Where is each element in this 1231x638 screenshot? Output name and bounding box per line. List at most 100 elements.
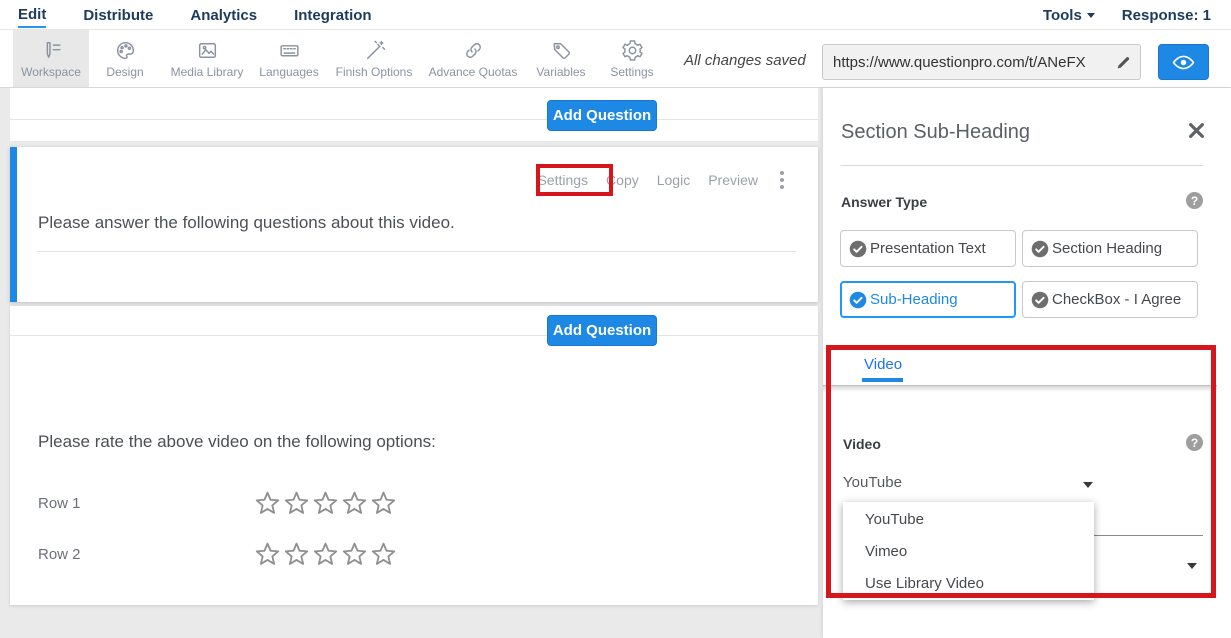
question-settings-link[interactable]: Settings [537,172,588,188]
star-icon[interactable] [340,489,369,518]
question-logic-link[interactable]: Logic [657,172,690,188]
star-rating-row-2[interactable] [253,540,398,569]
toolbar-item-design[interactable]: Design [89,30,161,87]
star-icon[interactable] [369,540,398,569]
section-divider [10,335,818,336]
dropdown-option-vimeo[interactable]: Vimeo [843,536,1094,568]
answer-type-label-text: CheckBox - I Agree [1052,291,1181,308]
check-circle-icon [1031,291,1049,309]
save-status: All changes saved [684,52,806,69]
answer-type-checkbox-i-agree[interactable]: CheckBox - I Agree [1022,281,1198,318]
keyboard-icon [277,38,302,63]
star-icon[interactable] [340,540,369,569]
answer-type-label: Answer Type [841,194,927,210]
survey-toolbar: Workspace Design Media Library Languages… [0,30,1231,88]
star-icon[interactable] [253,489,282,518]
answer-type-options: Presentation Text Section Heading Sub-He… [840,230,1204,318]
magic-wand-icon [362,38,387,63]
question-more-menu[interactable] [776,169,788,191]
tools-menu[interactable]: Tools [1043,3,1095,27]
toolbar-label: Media Library [171,65,244,79]
question-actions: Settings Copy Logic Preview [537,169,788,191]
star-icon[interactable] [282,489,311,518]
palette-icon [113,38,138,63]
active-tab-underline [862,378,903,382]
toolbar-label: Variables [536,65,585,79]
toolbar-label: Finish Options [336,65,413,79]
toolbar-item-workspace[interactable]: Workspace [13,30,89,87]
question-card-rating[interactable]: Add Question Please rate the above video… [10,306,818,605]
workspace-icon [39,38,64,63]
nav-tab-distribute[interactable]: Distribute [83,3,153,27]
toolbar-item-languages[interactable]: Languages [253,30,325,87]
nav-tab-integration[interactable]: Integration [294,3,372,27]
toolbar-label: Design [106,65,143,79]
chain-links-icon [461,38,486,63]
toolbar-item-media-library[interactable]: Media Library [161,30,253,87]
question-copy-link[interactable]: Copy [606,172,639,188]
rating-question-text[interactable]: Please rate the above video on the follo… [38,432,436,452]
tools-label: Tools [1043,7,1082,24]
video-label: Video [843,436,881,452]
close-icon[interactable] [1188,122,1205,144]
star-icon[interactable] [282,540,311,569]
answer-type-section-heading[interactable]: Section Heading [1022,230,1198,267]
toolbar-item-finish-options[interactable]: Finish Options [325,30,423,87]
star-icon[interactable] [311,540,340,569]
question-divider [37,251,796,252]
rating-row-1: Row 1 [38,487,398,519]
dropdown-option-use-library-video[interactable]: Use Library Video [843,568,1094,600]
response-count[interactable]: Response: 1 [1122,3,1211,27]
toolbar-label: Languages [259,65,318,79]
nav-tab-edit[interactable]: Edit [18,2,46,28]
question-card-subheading[interactable]: Settings Copy Logic Preview Please answe… [10,147,818,302]
top-navigation: Edit Distribute Analytics Integration To… [0,0,1231,30]
panel-divider [841,165,1203,166]
previous-question-card-fragment [10,88,818,141]
preview-survey-button[interactable] [1158,44,1209,80]
eye-icon [1172,54,1195,71]
survey-editor-canvas: Add Question Settings Copy Logic Preview… [0,88,822,638]
add-question-button-middle[interactable]: Add Question [547,315,657,346]
survey-url-input[interactable] [833,54,1115,71]
star-icon[interactable] [253,540,282,569]
answer-type-label-text: Section Heading [1052,240,1162,257]
star-rating-row-1[interactable] [253,489,398,518]
question-settings-panel: Section Sub-Heading Answer Type ? Presen… [822,88,1231,638]
survey-url-field[interactable] [822,44,1141,80]
star-icon[interactable] [311,489,340,518]
toolbar-item-settings[interactable]: Settings [599,30,665,87]
check-circle-icon [849,240,867,258]
card-divider [10,119,818,120]
video-source-dropdown: YouTube Vimeo Use Library Video [843,502,1094,600]
row-label: Row 2 [38,546,253,563]
tab-video[interactable]: Video [864,356,902,373]
dropdown-option-youtube[interactable]: YouTube [843,504,1094,536]
check-circle-icon [1031,240,1049,258]
answer-type-label-text: Presentation Text [870,240,986,257]
video-source-select[interactable]: YouTube [843,474,902,491]
question-text[interactable]: Please answer the following questions ab… [38,213,455,233]
help-icon[interactable]: ? [1186,192,1203,209]
secondary-select-chevron-icon[interactable] [1187,563,1197,569]
panel-title: Section Sub-Heading [841,121,1030,144]
toolbar-item-variables[interactable]: Variables [523,30,599,87]
star-icon[interactable] [369,489,398,518]
answer-type-presentation-text[interactable]: Presentation Text [840,230,1016,267]
video-url-field-underline[interactable] [1094,535,1203,536]
answer-type-label-text: Sub-Heading [870,291,958,308]
toolbar-label: Advance Quotas [429,65,518,79]
rating-row-2: Row 2 [38,538,398,570]
check-circle-icon [849,291,867,309]
tab-strip-shadow [823,386,1217,392]
question-preview-link[interactable]: Preview [708,172,758,188]
nav-tab-analytics[interactable]: Analytics [190,3,257,27]
tag-icon [549,38,574,63]
toolbar-item-advance-quotas[interactable]: Advance Quotas [423,30,523,87]
answer-type-sub-heading[interactable]: Sub-Heading [840,281,1016,318]
row-label: Row 1 [38,495,253,512]
add-question-button-top[interactable]: Add Question [547,100,657,131]
chevron-down-icon[interactable] [1083,482,1093,488]
edit-pencil-icon[interactable] [1115,54,1132,71]
help-icon[interactable]: ? [1186,434,1203,451]
